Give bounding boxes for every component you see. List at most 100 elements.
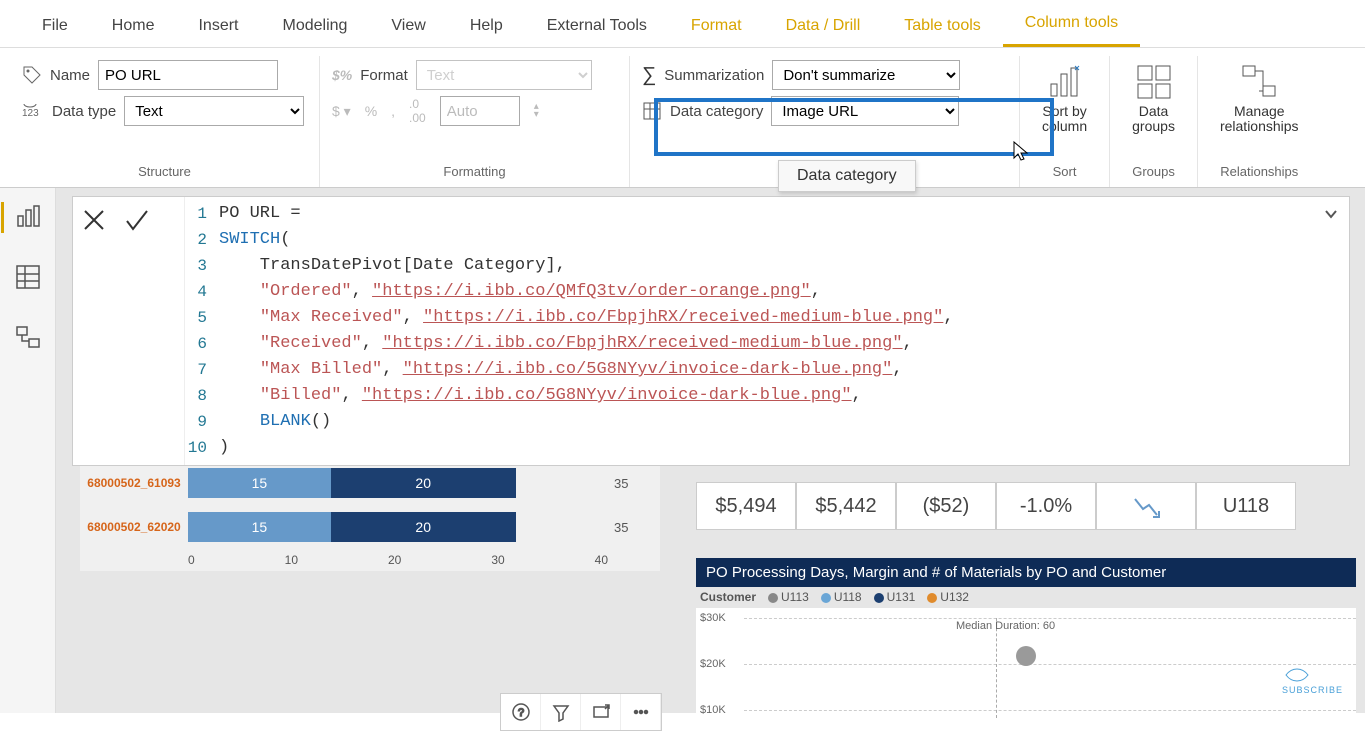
relationships-label: Manage relationships [1220, 104, 1299, 135]
more-button[interactable] [621, 694, 661, 730]
tab-data-drill[interactable]: Data / Drill [764, 5, 883, 47]
percent-button: % [365, 103, 377, 119]
sigma-icon: ∑ [642, 64, 656, 87]
format-symbol-icon: $% [332, 67, 352, 83]
groups-label: Data groups [1132, 104, 1175, 135]
cursor-icon [1012, 140, 1030, 162]
decimal-button: .0.00 [409, 97, 426, 125]
group-label-sort: Sort [1032, 158, 1097, 183]
table-row: 68000502_62020 1520 35 [80, 505, 660, 549]
tag-icon [22, 65, 42, 85]
kpi-row: $5,494 $5,442 ($52) -1.0% U118 [696, 482, 1296, 530]
group-label-relationships: Relationships [1210, 158, 1309, 183]
kpi-value: -1.0% [996, 482, 1096, 530]
bar-label: 68000502_61093 [80, 476, 188, 490]
filter-button[interactable] [541, 694, 581, 730]
group-sort: Sort by column Sort [1020, 56, 1110, 187]
kpi-value: U118 [1196, 482, 1296, 530]
chart1-xaxis: 010203040 [80, 553, 608, 567]
stepper-icon: ▴▾ [534, 103, 539, 119]
kpi-value: ($52) [896, 482, 996, 530]
tab-external-tools[interactable]: External Tools [525, 5, 669, 47]
chart2-legend: Customer U113 U118 U131 U132 [700, 590, 969, 604]
datatype-select[interactable]: Text [124, 96, 304, 126]
bar-label: 68000502_62020 [80, 520, 188, 534]
bar-seg: 15 [188, 468, 331, 498]
legend-label: Customer [700, 590, 756, 604]
bar-seg: 20 [331, 512, 516, 542]
data-category-select[interactable]: Image URL [771, 96, 959, 126]
tab-format[interactable]: Format [669, 5, 764, 47]
kpi-value: $5,494 [696, 482, 796, 530]
name-input[interactable] [98, 60, 278, 90]
tab-file[interactable]: File [20, 5, 90, 47]
tab-insert[interactable]: Insert [176, 5, 260, 47]
svg-text:?: ? [518, 707, 524, 719]
ytick: $30K [700, 612, 726, 624]
ytick: $10K [700, 704, 726, 716]
top-menubar: File Home Insert Modeling View Help Exte… [0, 0, 1365, 48]
sort-icon [1047, 64, 1083, 100]
currency-button: $ ▾ [332, 103, 351, 120]
formula-bar: 12345678910 PO URL = SWITCH( TransDatePi… [72, 196, 1350, 466]
left-rail [0, 188, 56, 713]
format-label: Format [360, 67, 408, 84]
svg-text:123: 123 [22, 108, 39, 119]
summarization-select[interactable]: Don't summarize [772, 60, 960, 90]
datatype-icon: 123 [22, 102, 44, 120]
tab-view[interactable]: View [369, 5, 447, 47]
table-row: 68000502_61093 1520 35 [80, 461, 660, 505]
name-label: Name [50, 67, 90, 84]
manage-relationships-button[interactable]: Manage relationships [1210, 60, 1309, 139]
tab-help[interactable]: Help [448, 5, 525, 47]
group-label-groups: Groups [1122, 158, 1185, 183]
decimal-places-input [440, 96, 520, 126]
group-formatting: $% Format Text $ ▾ % , .0.00 ▴▾ Formatti… [320, 56, 630, 187]
tab-column-tools[interactable]: Column tools [1003, 2, 1140, 47]
tab-table-tools[interactable]: Table tools [882, 5, 1003, 47]
group-groups: Data groups Groups [1110, 56, 1198, 187]
visual-toolbar: ? [500, 693, 662, 731]
datatype-label: Data type [52, 103, 116, 120]
tooltip-data-category: Data category [778, 160, 916, 192]
ytick: $20K [700, 658, 726, 670]
view-data-button[interactable] [14, 263, 42, 294]
focus-button[interactable] [581, 694, 621, 730]
group-structure: Name 123 Data type Text Structure [10, 56, 320, 187]
line-gutter: 12345678910 [185, 197, 213, 465]
view-model-button[interactable] [14, 324, 42, 355]
summarization-label: Summarization [664, 67, 764, 84]
group-label-structure: Structure [22, 158, 307, 183]
median-label: Median Duration: 60 [956, 620, 1055, 632]
groups-icon [1136, 64, 1172, 100]
kpi-trend-icon [1096, 482, 1196, 530]
group-relationships: Manage relationships Relationships [1198, 56, 1321, 187]
data-groups-button[interactable]: Data groups [1122, 60, 1185, 139]
chart-scatter[interactable]: $30K $20K $10K Median Duration: 60 [696, 608, 1356, 728]
formula-editor[interactable]: PO URL = SWITCH( TransDatePivot[Date Cat… [213, 197, 1313, 465]
view-report-button[interactable] [1, 202, 42, 233]
sort-by-column-button[interactable]: Sort by column [1032, 60, 1097, 139]
category-icon [642, 101, 662, 121]
section2-title: PO Processing Days, Margin and # of Mate… [696, 558, 1356, 587]
scatter-point [1016, 646, 1036, 666]
tab-home[interactable]: Home [90, 5, 177, 47]
cancel-formula-button[interactable] [81, 207, 107, 233]
comma-button: , [391, 103, 395, 119]
kpi-value: $5,442 [796, 482, 896, 530]
bar-seg: 15 [188, 512, 331, 542]
help-button[interactable]: ? [501, 694, 541, 730]
data-category-label: Data category [670, 103, 763, 120]
format-select: Text [416, 60, 592, 90]
subscribe-watermark: SUBSCRIBE [1282, 665, 1343, 695]
ribbon: Name 123 Data type Text Structure $% For… [0, 48, 1365, 188]
bar-total: 35 [614, 476, 628, 491]
sort-label: Sort by column [1042, 104, 1087, 135]
commit-formula-button[interactable] [123, 207, 149, 233]
bar-total: 35 [614, 520, 628, 535]
relationships-icon [1241, 64, 1277, 100]
tab-modeling[interactable]: Modeling [260, 5, 369, 47]
expand-formula-button[interactable] [1313, 197, 1349, 465]
median-line [996, 618, 997, 718]
bar-seg: 20 [331, 468, 516, 498]
